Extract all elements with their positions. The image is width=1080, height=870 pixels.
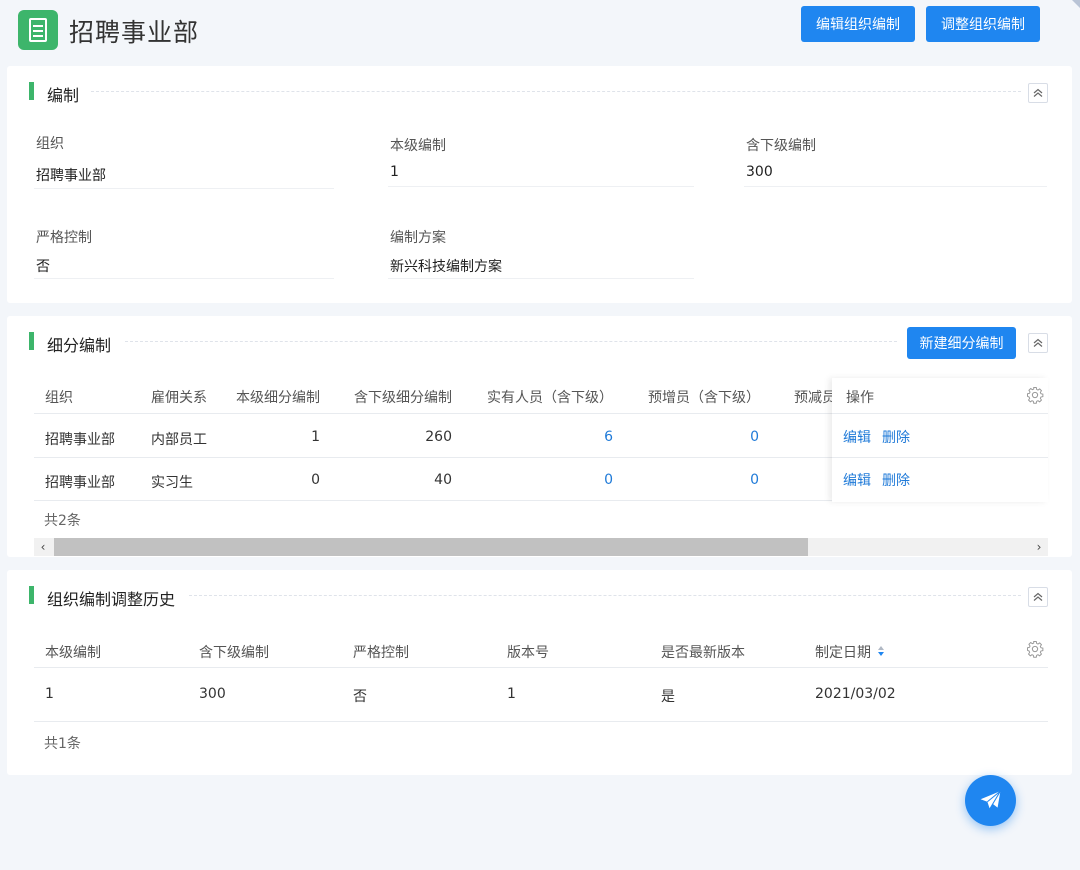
history-row1-strict: 否 (353, 689, 367, 705)
column-header-org: 组织 (45, 390, 73, 406)
field-label-own-quota: 本级编制 (390, 138, 446, 154)
history-section-header: 组织编制调整历史 (7, 570, 1072, 622)
edit-org-quota-button[interactable]: 编辑组织编制 (801, 6, 915, 42)
row1-org: 招聘事业部 (45, 432, 115, 448)
row2-relation: 实习生 (151, 475, 193, 491)
history-column-date[interactable]: 制定日期 (815, 642, 871, 662)
gear-icon[interactable] (1026, 640, 1044, 658)
page-header: 招聘事业部 编辑组织编制 调整组织编制 (0, 0, 1080, 62)
document-icon (18, 10, 58, 50)
quota-section-header: 编制 (7, 66, 1072, 118)
row2-delete-link[interactable]: 删除 (882, 470, 910, 490)
section-accent-bar (29, 586, 34, 604)
column-header-pre-add: 预增员（含下级） (648, 390, 760, 406)
field-value-org: 招聘事业部 (36, 168, 106, 184)
adjust-org-quota-button[interactable]: 调整组织编制 (926, 6, 1040, 42)
sub-quota-total: 共2条 (44, 513, 81, 529)
paper-plane-icon[interactable] (965, 775, 1016, 826)
horizontal-scrollbar-thumb[interactable] (54, 538, 808, 556)
history-column-version: 版本号 (507, 645, 549, 661)
column-header-pre-reduce: 预减员 (794, 390, 836, 406)
collapse-up-icon[interactable] (1028, 83, 1048, 103)
section-divider (125, 341, 897, 342)
section-accent-bar (29, 82, 34, 100)
section-divider (91, 91, 1021, 92)
history-total: 共1条 (44, 736, 81, 752)
history-row1-incl: 300 (199, 686, 226, 702)
field-value-total-quota: 300 (746, 164, 773, 180)
row1-edit-link[interactable]: 编辑 (843, 427, 871, 447)
collapse-up-icon[interactable] (1028, 587, 1048, 607)
operation-column: 操作 编辑 删除 编辑 删除 (832, 378, 1048, 502)
field-label-strict: 严格控制 (36, 230, 92, 246)
row1-actual-link[interactable]: 6 (487, 429, 613, 445)
gear-icon[interactable] (1026, 386, 1044, 404)
history-column-latest: 是否最新版本 (661, 645, 745, 661)
row2-actual-link[interactable]: 0 (487, 472, 613, 488)
sub-quota-card: 细分编制 新建细分编制 组织 雇佣关系 本级细分编制 含下级细分编制 实有人员（… (7, 316, 1072, 557)
chevron-right-icon[interactable]: › (1031, 538, 1047, 556)
field-value-strict: 否 (36, 259, 50, 275)
row2-own: 0 (311, 472, 320, 488)
corner-decoration (1072, 0, 1080, 8)
history-section-title: 组织编制调整历史 (47, 590, 176, 609)
field-label-total-quota: 含下级编制 (746, 138, 816, 154)
row1-delete-link[interactable]: 删除 (882, 427, 910, 447)
row2-pre-add-link[interactable]: 0 (648, 472, 759, 488)
page-title: 招聘事业部 (69, 18, 200, 47)
column-header-own-sub-quota: 本级细分编制 (236, 390, 320, 406)
row2-org: 招聘事业部 (45, 475, 115, 491)
collapse-up-icon[interactable] (1028, 333, 1048, 353)
history-column-incl: 含下级编制 (199, 645, 269, 661)
field-value-own-quota: 1 (390, 164, 399, 180)
row1-pre-add-link[interactable]: 0 (648, 429, 759, 445)
field-label-plan: 编制方案 (390, 230, 446, 246)
sub-quota-section-title: 细分编制 (47, 336, 112, 355)
quota-section-title: 编制 (47, 86, 80, 105)
sub-quota-section-header: 细分编制 新建细分编制 (7, 316, 1072, 368)
history-row1-latest: 是 (661, 689, 675, 705)
column-header-operation: 操作 (846, 390, 874, 406)
section-accent-bar (29, 332, 34, 350)
history-column-own: 本级编制 (45, 645, 101, 661)
field-value-plan: 新兴科技编制方案 (390, 259, 502, 275)
chevron-left-icon[interactable]: ‹ (35, 538, 51, 556)
column-header-relation: 雇佣关系 (151, 390, 207, 406)
column-header-actual: 实有人员（含下级） (487, 390, 613, 406)
history-row1-date: 2021/03/02 (815, 686, 896, 702)
row2-incl: 40 (434, 472, 452, 488)
history-card: 组织编制调整历史 本级编制 含下级编制 严格控制 版本号 是否最新版本 制定日期… (7, 570, 1072, 775)
row1-relation: 内部员工 (151, 432, 207, 448)
history-column-strict: 严格控制 (353, 645, 409, 661)
history-row1-own: 1 (45, 686, 54, 702)
column-header-incl-sub-quota: 含下级细分编制 (354, 390, 452, 406)
new-sub-quota-button[interactable]: 新建细分编制 (907, 327, 1016, 359)
section-divider (189, 595, 1021, 596)
row1-own: 1 (311, 429, 320, 445)
row2-edit-link[interactable]: 编辑 (843, 470, 871, 490)
field-label-org: 组织 (36, 136, 64, 152)
history-row1-version: 1 (507, 686, 516, 702)
row1-incl: 260 (425, 429, 452, 445)
sort-icon[interactable] (877, 645, 885, 657)
quota-card: 编制 组织 招聘事业部 本级编制 1 含下级编制 300 严格控制 否 编制方案… (7, 66, 1072, 303)
